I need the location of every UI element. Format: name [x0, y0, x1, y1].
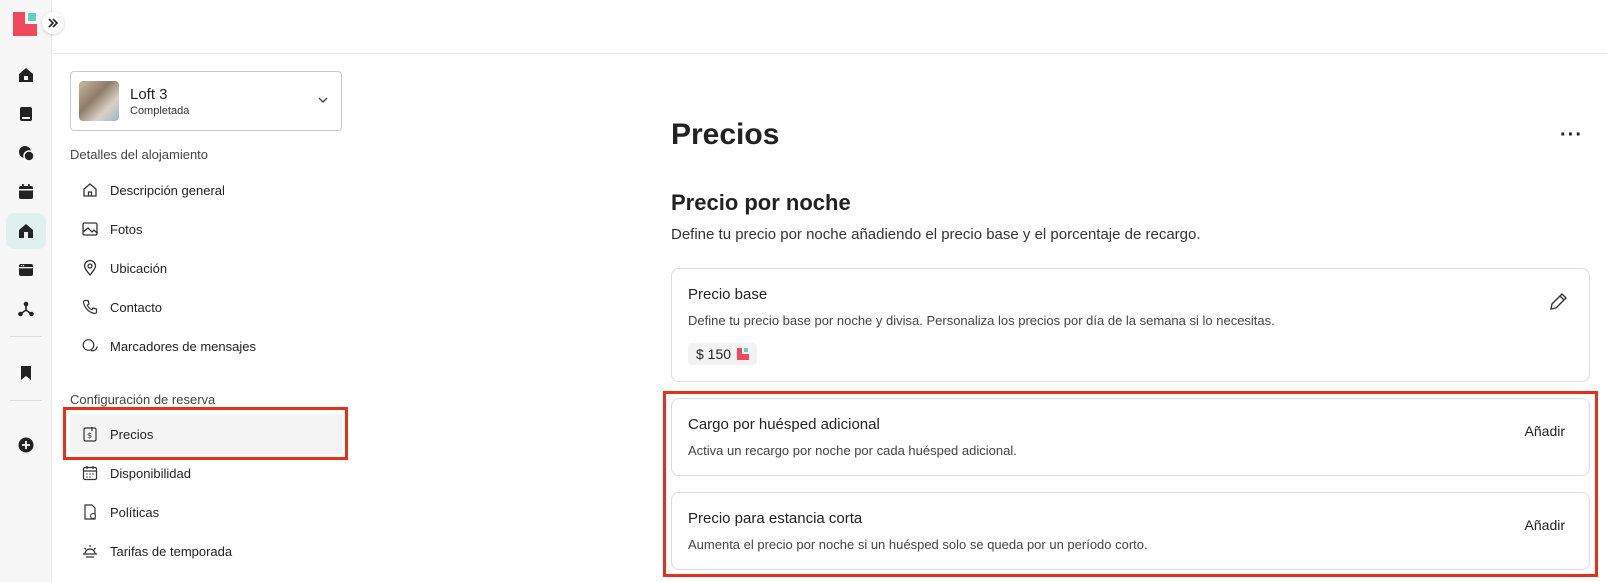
- nav-item-photos[interactable]: Fotos: [70, 209, 342, 249]
- listing-name: Loft 3: [130, 85, 168, 103]
- location-pin-icon: [80, 258, 100, 278]
- edit-pencil-icon[interactable]: [1547, 291, 1569, 313]
- app-logo[interactable]: [13, 12, 39, 36]
- rail-home-button[interactable]: [6, 57, 46, 93]
- network-icon: [18, 301, 34, 317]
- browser-icon: [19, 264, 33, 276]
- sun-icon: [80, 541, 100, 561]
- highlight-box-cards: [663, 391, 1598, 577]
- rail-divider: [10, 400, 42, 401]
- more-options-button[interactable]: ···: [1560, 125, 1583, 145]
- nav-section-title: Configuración de reserva: [70, 392, 216, 407]
- card-title: Precio base: [688, 286, 768, 303]
- nav-item-label: Disponibilidad: [110, 465, 191, 481]
- brand-logo-icon: [737, 348, 750, 360]
- section-title: Precio por noche: [671, 190, 851, 215]
- nav-item-message-markers[interactable]: Marcadores de mensajes: [70, 326, 342, 366]
- nav-item-label: Tarifas de temporada: [110, 543, 233, 559]
- book-icon: [20, 107, 32, 121]
- nav-item-location[interactable]: Ubicación: [70, 248, 342, 288]
- bookmark-icon: [21, 366, 31, 380]
- house-icon: [19, 224, 33, 238]
- home-icon: [80, 180, 100, 200]
- listing-status: Completada: [130, 104, 190, 117]
- document-icon: [80, 502, 100, 522]
- nav-item-overview[interactable]: Descripción general: [70, 170, 342, 210]
- home-icon: [19, 68, 33, 82]
- rail-divider: [10, 336, 42, 337]
- rail-browser-button[interactable]: [6, 252, 46, 288]
- chat-icon: [19, 146, 35, 162]
- rail-chat-button[interactable]: [6, 135, 46, 171]
- rail-listing-button[interactable]: [6, 213, 46, 249]
- nav-item-contact[interactable]: Contacto: [70, 287, 342, 327]
- chat-bubbles-icon: [80, 336, 100, 356]
- nav-item-seasonal-rates[interactable]: Tarifas de temporada: [70, 531, 342, 571]
- chevron-down-icon: [318, 97, 328, 103]
- rail-add-button[interactable]: [6, 427, 46, 463]
- base-price-value: $ 150: [688, 343, 758, 365]
- app-rail: [0, 0, 64, 582]
- page-title: Precios: [671, 118, 780, 151]
- nav-item-label: Descripción general: [110, 182, 225, 198]
- rail-integrations-button[interactable]: [6, 291, 46, 327]
- image-icon: [80, 219, 100, 239]
- nav-item-label: Políticas: [110, 504, 160, 520]
- nav-item-label: Fotos: [110, 221, 143, 237]
- nav-item-label: Marcadores de mensajes: [110, 338, 256, 354]
- price-text: $ 150: [696, 346, 732, 362]
- nav-item-label: Contacto: [110, 299, 163, 315]
- plus-circle-icon: [18, 437, 34, 453]
- rail-calendar-button[interactable]: [6, 174, 46, 210]
- calendar-icon: [19, 184, 33, 199]
- top-bar: [53, 0, 1607, 54]
- card-description: Define tu precio base por noche y divisa…: [688, 313, 1275, 328]
- rail-book-button[interactable]: [6, 96, 46, 132]
- nav-section-title: Detalles del alojamiento: [70, 147, 209, 162]
- section-description: Define tu precio por noche añadiendo el …: [671, 226, 1201, 243]
- nav-item-label: Ubicación: [110, 260, 168, 276]
- calendar-icon: [80, 463, 100, 483]
- listing-selector[interactable]: Loft 3 Completada: [70, 71, 342, 131]
- phone-icon: [80, 297, 100, 317]
- listing-thumbnail: [79, 81, 119, 121]
- rail-bookmarks-button[interactable]: [6, 355, 46, 391]
- base-price-card[interactable]: Precio base Define tu precio base por no…: [671, 268, 1590, 382]
- nav-item-policies[interactable]: Políticas: [70, 492, 342, 532]
- highlight-box-nav: [63, 407, 348, 460]
